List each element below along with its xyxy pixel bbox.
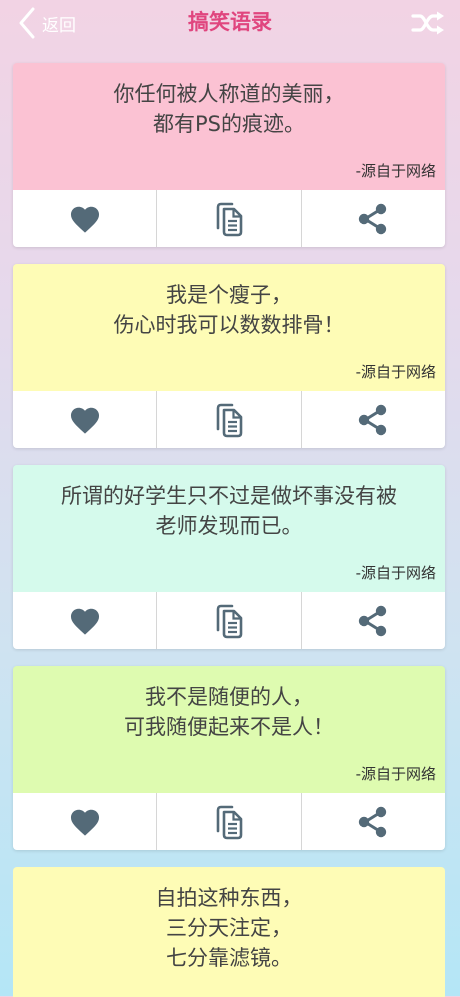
copy-icon [216, 604, 243, 638]
quote-source: -源自于网络 [355, 765, 436, 783]
copy-icon [216, 805, 243, 839]
copy-button[interactable] [156, 592, 300, 649]
action-bar [13, 190, 445, 247]
quote-body: 我是个瘦子， 伤心时我可以数数排骨！ -源自于网络 [13, 264, 445, 391]
quote-text: 我是个瘦子， 伤心时我可以数数排骨！ [113, 283, 345, 337]
share-button[interactable] [300, 793, 445, 850]
like-button[interactable] [13, 793, 156, 850]
quote-card: 所谓的好学生只不过是做坏事没有被 老师发现而已。 -源自于网络 [13, 465, 445, 649]
share-button[interactable] [300, 592, 445, 649]
like-button[interactable] [13, 391, 156, 448]
like-button[interactable] [13, 592, 156, 649]
quote-text: 你任何被人称道的美丽， 都有PS的痕迹。 [113, 82, 345, 136]
copy-button[interactable] [156, 391, 300, 448]
copy-icon [216, 403, 243, 437]
shuffle-icon [411, 11, 444, 35]
page-title: 搞笑语录 [188, 10, 272, 34]
share-button[interactable] [300, 391, 445, 448]
quote-body: 你任何被人称道的美丽， 都有PS的痕迹。 -源自于网络 [13, 63, 445, 190]
share-icon [359, 404, 387, 435]
action-bar [13, 592, 445, 649]
share-icon [359, 203, 387, 234]
quote-body: 我不是随便的人， 可我随便起来不是人！ -源自于网络 [13, 666, 445, 793]
quote-text: 自拍这种东西， 三分天注定， 七分靠滤镜。 [155, 886, 303, 970]
share-icon [359, 605, 387, 636]
quote-source: -源自于网络 [355, 564, 436, 582]
app-header: 返回 搞笑语录 [0, 0, 460, 46]
quote-source: -源自于网络 [355, 363, 436, 381]
copy-button[interactable] [156, 190, 300, 247]
quote-text: 我不是随便的人， 可我随便起来不是人！ [124, 685, 334, 739]
share-icon [359, 806, 387, 837]
shuffle-button[interactable] [410, 8, 446, 38]
heart-icon [70, 407, 99, 434]
quote-card: 你任何被人称道的美丽， 都有PS的痕迹。 -源自于网络 [13, 63, 445, 247]
heart-icon [70, 809, 99, 836]
quote-card: 我不是随便的人， 可我随便起来不是人！ -源自于网络 [13, 666, 445, 850]
share-button[interactable] [300, 190, 445, 247]
like-button[interactable] [13, 190, 156, 247]
quote-body: 所谓的好学生只不过是做坏事没有被 老师发现而已。 -源自于网络 [13, 465, 445, 592]
quote-source: -源自于网络 [355, 162, 436, 180]
copy-button[interactable] [156, 793, 300, 850]
quote-card: 我是个瘦子， 伤心时我可以数数排骨！ -源自于网络 [13, 264, 445, 448]
quote-card: 自拍这种东西， 三分天注定， 七分靠滤镜。 [13, 867, 445, 997]
quote-text: 所谓的好学生只不过是做坏事没有被 老师发现而已。 [61, 484, 397, 538]
action-bar [13, 793, 445, 850]
action-bar [13, 391, 445, 448]
heart-icon [70, 206, 99, 233]
heart-icon [70, 608, 99, 635]
copy-icon [216, 202, 243, 236]
